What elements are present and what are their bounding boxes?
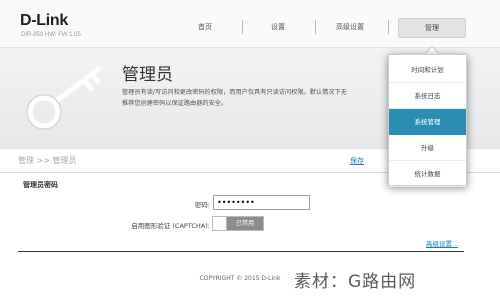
password-input[interactable] xyxy=(213,195,310,210)
menu-item-system-admin[interactable]: 系统管理 xyxy=(389,109,466,135)
breadcrumb: 管理 >> 管理员 xyxy=(18,156,77,165)
nav-separator xyxy=(388,20,389,34)
watermark: 素材：G路由网 xyxy=(294,272,417,292)
menu-item-upgrade[interactable]: 升级 xyxy=(389,135,466,161)
nav-home[interactable]: 首页 xyxy=(175,22,235,32)
management-dropdown: 时间和计划 系统日志 系统管理 升级 统计数据 xyxy=(388,54,467,187)
captcha-toggle[interactable]: 已禁用 xyxy=(212,216,264,231)
menu-item-statistics[interactable]: 统计数据 xyxy=(389,161,466,187)
model-info: DIR-859 HW: FW:1.05 xyxy=(21,32,81,38)
toggle-knob xyxy=(213,217,227,230)
divider xyxy=(18,251,464,252)
nav-separator xyxy=(315,20,316,34)
dlink-logo[interactable]: D-Link xyxy=(20,12,68,30)
advanced-settings-link[interactable]: 高级设置... xyxy=(426,238,458,248)
nav-advanced[interactable]: 高级设置 xyxy=(320,22,380,32)
description-line: 推荐您创建密码以保证路由器的安全。 xyxy=(122,100,228,107)
menu-item-system-log[interactable]: 系统日志 xyxy=(389,83,466,109)
captcha-label: 启用图形验证 (CAPTCHA): xyxy=(131,222,210,230)
page-description: 管理员有读/写访问和更改密码的权限，而用户仅具有只读访问权限。默认情况下无 推荐… xyxy=(122,87,394,109)
page-title: 管理员 xyxy=(122,65,173,85)
nav-management[interactable]: 管理 xyxy=(398,18,466,38)
nav-settings[interactable]: 设置 xyxy=(248,22,308,32)
nav-separator xyxy=(242,20,243,34)
password-label: 密码: xyxy=(194,201,210,209)
toggle-state-label: 已禁用 xyxy=(227,217,263,230)
menu-item-time-schedule[interactable]: 时间和计划 xyxy=(389,57,466,83)
key-icon xyxy=(26,66,102,130)
save-button[interactable]: 保存 xyxy=(350,156,364,166)
description-line: 管理员有读/写访问和更改密码的权限，而用户仅具有只读访问权限。默认情况下无 xyxy=(122,89,347,96)
section-title: 管理员密码 xyxy=(23,181,58,189)
